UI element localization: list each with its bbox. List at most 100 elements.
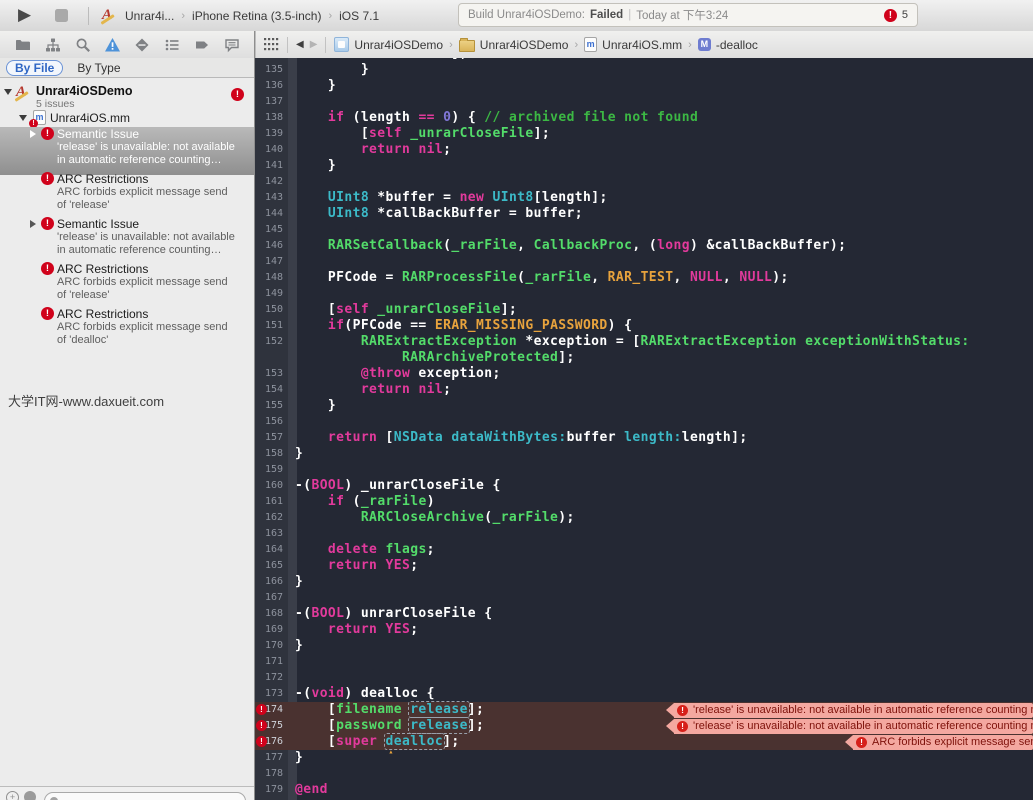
code-text[interactable]: RARExtractException *exception = [RARExt…	[295, 334, 970, 350]
code-line[interactable]: 152 RARExtractException *exception = [RA…	[255, 334, 1033, 350]
error-count[interactable]: 5	[902, 9, 908, 21]
line-number[interactable]: 143	[255, 190, 283, 206]
code-line[interactable]: 148 PFCode = RARProcessFile(_rarFile, RA…	[255, 270, 1033, 286]
code-text[interactable]: @throw exception;	[295, 366, 501, 382]
symbol-navigator-tab-icon[interactable]	[44, 36, 62, 54]
breadcrumb-item[interactable]: Unrar4iOSDemo	[458, 37, 568, 52]
code-line[interactable]: 138 if (length == 0) { // archived file …	[255, 110, 1033, 126]
line-number[interactable]: 158	[255, 446, 283, 462]
code-text[interactable]: }	[295, 158, 336, 174]
breadcrumb-item[interactable]: m Unrar4iOS.mm	[584, 37, 682, 52]
error-badge-icon[interactable]: !	[883, 8, 897, 22]
issue-row[interactable]: ! ARC Restrictions ARC forbids explicit me…	[0, 172, 254, 216]
code-text[interactable]: [self _unrarCloseFile];	[295, 126, 550, 142]
code-text[interactable]: -(BOOL) unrarCloseFile {	[295, 606, 492, 622]
code-line[interactable]: 169 return YES;	[255, 622, 1033, 638]
code-line[interactable]: !176 [super dealloc];!ARC forbids explic…	[255, 733, 1033, 750]
line-error-icon[interactable]: !	[256, 720, 267, 731]
code-text[interactable]: if(PFCode == ERAR_MISSING_PASSWORD) {	[295, 318, 632, 334]
code-text[interactable]: }	[295, 638, 303, 654]
code-line[interactable]: 154 return nil;	[255, 382, 1033, 398]
back-button[interactable]: ◀	[296, 39, 304, 50]
code-line[interactable]: 136 }	[255, 78, 1033, 94]
line-number[interactable]: 149	[255, 286, 283, 302]
line-number[interactable]: 152	[255, 334, 283, 350]
code-line[interactable]: 179 @end	[255, 782, 1033, 798]
disclosure-down-icon[interactable]	[19, 115, 27, 121]
code-line[interactable]: 145	[255, 222, 1033, 238]
code-line[interactable]: 158}	[255, 446, 1033, 462]
line-number[interactable]: 140	[255, 142, 283, 158]
line-number[interactable]: 148	[255, 270, 283, 286]
code-text[interactable]: RARArchiveProtected];	[295, 350, 575, 366]
code-line[interactable]: RARArchiveProtected];	[255, 350, 1033, 366]
search-navigator-tab-icon[interactable]	[74, 36, 92, 54]
code-text[interactable]: return [NSData dataWithBytes:buffer leng…	[295, 430, 748, 446]
code-text[interactable]: RARSetCallback(_rarFile, CallbackProc, (…	[295, 238, 846, 254]
line-number[interactable]: 156	[255, 414, 283, 430]
code-text[interactable]: UInt8 *callBackBuffer = buffer;	[295, 206, 583, 222]
issue-row[interactable]: ! Semantic Issue'release' is unavailable:…	[0, 127, 254, 175]
code-line[interactable]: 177}	[255, 750, 1033, 766]
line-number[interactable]: 137	[255, 94, 283, 110]
line-number[interactable]: 153	[255, 366, 283, 382]
code-line[interactable]: 153 @throw exception;	[255, 366, 1033, 382]
line-number[interactable]: 138	[255, 110, 283, 126]
code-text[interactable]: [password release];	[295, 717, 484, 734]
line-number[interactable]: 172	[255, 670, 283, 686]
code-line[interactable]: 147	[255, 254, 1033, 270]
line-error-icon[interactable]: !	[256, 704, 267, 715]
line-number[interactable]: 154	[255, 382, 283, 398]
forward-button[interactable]: ▶	[310, 39, 318, 50]
line-number[interactable]: 146	[255, 238, 283, 254]
code-line[interactable]: 141 }	[255, 158, 1033, 174]
line-number[interactable]: 145	[255, 222, 283, 238]
line-number[interactable]: 167	[255, 590, 283, 606]
related-items-icon[interactable]	[264, 38, 279, 51]
line-number[interactable]: 177	[255, 750, 283, 766]
line-number[interactable]: 165	[255, 558, 283, 574]
code-text[interactable]: }	[295, 62, 369, 78]
line-number[interactable]: 170	[255, 638, 283, 654]
code-text[interactable]: PFCode = RARProcessFile(_rarFile, RAR_TE…	[295, 270, 789, 286]
code-text[interactable]: return nil;	[295, 382, 451, 398]
code-line[interactable]: 151 if(PFCode == ERAR_MISSING_PASSWORD) …	[255, 318, 1033, 334]
filter-by-type[interactable]: By Type	[77, 61, 120, 75]
line-number[interactable]: 166	[255, 574, 283, 590]
code-line[interactable]: 170}	[255, 638, 1033, 654]
scheme-device[interactable]: iPhone Retina (3.5-inch)	[192, 9, 321, 23]
disclosure-down-icon[interactable]	[4, 89, 12, 95]
code-text[interactable]: }	[295, 78, 336, 94]
line-number[interactable]: 147	[255, 254, 283, 270]
code-text[interactable]: if (length == 0) { // archived file not …	[295, 110, 698, 126]
issue-row[interactable]: ! Semantic Issue'release' is unavailable:…	[0, 217, 254, 261]
scheme-target[interactable]: Unrar4i...	[125, 9, 174, 23]
source-editor[interactable]: ];135 }136 }137138 if (length == 0) { //…	[255, 58, 1033, 800]
line-number[interactable]: 139	[255, 126, 283, 142]
code-line[interactable]: 146 RARSetCallback(_rarFile, CallbackPro…	[255, 238, 1033, 254]
line-error-icon[interactable]: !	[256, 736, 267, 747]
code-line[interactable]: 167	[255, 590, 1033, 606]
filter-scope-icon[interactable]	[24, 791, 36, 800]
code-text[interactable]: RARCloseArchive(_rarFile);	[295, 510, 575, 526]
stop-button[interactable]	[55, 9, 68, 22]
code-line[interactable]: 166}	[255, 574, 1033, 590]
code-line[interactable]: 143 UInt8 *buffer = new UInt8[length];	[255, 190, 1033, 206]
line-number[interactable]: 155	[255, 398, 283, 414]
issue-navigator-tab-icon[interactable]	[104, 36, 122, 54]
line-number[interactable]: 162	[255, 510, 283, 526]
code-text[interactable]: UInt8 *buffer = new UInt8[length];	[295, 190, 608, 206]
project-navigator-tab-icon[interactable]	[14, 36, 32, 54]
code-text[interactable]: }	[295, 574, 303, 590]
code-text[interactable]: -(BOOL) _unrarCloseFile {	[295, 478, 501, 494]
code-text[interactable]: if (_rarFile)	[295, 494, 435, 510]
code-line[interactable]: 137	[255, 94, 1033, 110]
activity-status-bar[interactable]: Build Unrar4iOSDemo: Failed | Today at 下…	[458, 3, 918, 27]
code-text[interactable]: @end	[295, 782, 328, 798]
line-number[interactable]: 144	[255, 206, 283, 222]
code-line[interactable]: 165 return YES;	[255, 558, 1033, 574]
line-number[interactable]: 178	[255, 766, 283, 782]
line-number[interactable]: 135	[255, 62, 283, 78]
filter-by-file[interactable]: By File	[6, 59, 64, 76]
code-line[interactable]: ! 174 [filename release];!'release' is un…	[255, 701, 1033, 718]
